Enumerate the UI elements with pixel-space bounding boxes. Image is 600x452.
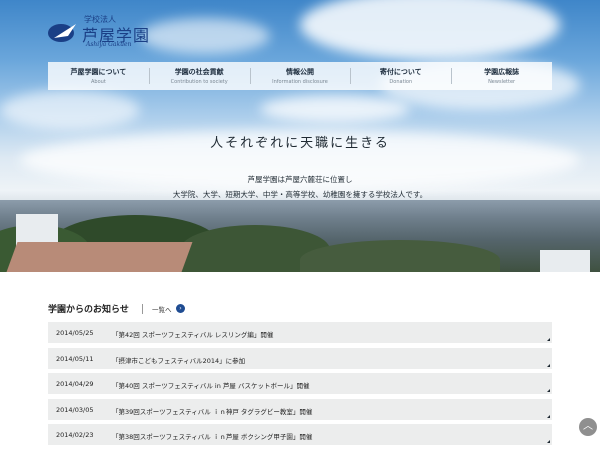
news-divider: [142, 304, 143, 314]
corner-arrow-icon: [547, 440, 550, 443]
news-link[interactable]: 「第39回スポーツフェスティバル ｉｎ神戸 タグラグビー教室」開催: [112, 406, 312, 416]
hero-tagline: 人それぞれに天職に生きる: [210, 136, 390, 151]
nav-item-label: 学園の社会貢献: [174, 68, 224, 76]
hero-description-line-2: 大学院、大学、短期大学、中学・高等学校、幼稚園を擁する学校法人です。: [172, 190, 428, 199]
corner-arrow-icon: [547, 363, 550, 367]
news-item[interactable]: 2014/05/11 「摂津市こどもフェスティバル2014」に参加: [48, 347, 552, 369]
news-list: 2014/05/25 「第42回 スポーツフェスティバル レスリング編」開催 2…: [48, 322, 552, 450]
news-date: 2014/03/05: [56, 405, 94, 414]
corner-arrow-icon: [547, 338, 550, 341]
nav-item-about[interactable]: 芦屋学園について About: [48, 62, 149, 90]
nav-item-sublabel: Contribution to society: [170, 79, 228, 85]
news-header: 学園からのお知らせ 一覧へ ›: [48, 302, 552, 318]
nav-item-sublabel: About: [91, 79, 106, 85]
news-date: 2014/02/23: [56, 431, 94, 439]
main-nav: 芦屋学園について About 学園の社会貢献 Contribution to s…: [48, 62, 552, 90]
logo-en-text: Ashiya Gakuen: [86, 41, 132, 48]
nav-item-label: 情報公開: [285, 68, 314, 76]
nav-item-label: 芦屋学園について: [70, 68, 127, 76]
nav-item-sublabel: Newsletter: [488, 79, 516, 85]
news-title: 学園からのお知らせ: [48, 305, 129, 315]
news-link[interactable]: 「第40回 スポーツフェスティバル in 芦屋 バスケットボール」開催: [112, 380, 309, 390]
nav-item-disclosure[interactable]: 情報公開 Information disclosure: [249, 62, 351, 90]
news-date: 2014/05/25: [56, 329, 94, 337]
news-link[interactable]: 「第38回スポーツフェスティバル ｉｎ芦屋 ボクシング甲子園」開催: [112, 431, 312, 441]
nav-item-donation[interactable]: 寄付について Donation: [350, 62, 451, 90]
logo[interactable]: 学校法人 芦屋学園 Ashiya Gakuen: [48, 14, 178, 48]
nav-item-label: 寄付について: [379, 68, 422, 76]
chevron-right-circle-icon[interactable]: ›: [176, 304, 185, 313]
logo-mark-icon: [48, 24, 76, 42]
news-item[interactable]: 2014/03/05 「第39回スポーツフェスティバル ｉｎ神戸 タグラグビー教…: [48, 398, 552, 420]
nav-item-sublabel: Information disclosure: [272, 79, 328, 85]
chevron-up-icon[interactable]: ︿: [579, 418, 597, 436]
news-date: 2014/05/11: [56, 354, 94, 363]
news-item[interactable]: 2014/05/25 「第42回 スポーツフェスティバル レスリング編」開催: [48, 322, 552, 343]
news-item[interactable]: 2014/02/23 「第38回スポーツフェスティバル ｉｎ芦屋 ボクシング甲子…: [48, 424, 552, 445]
nav-item-sublabel: Donation: [389, 79, 413, 85]
nav-item-contribution[interactable]: 学園の社会貢献 Contribution to society: [148, 62, 250, 90]
news-link[interactable]: 「摂津市こどもフェスティバル2014」に参加: [112, 355, 245, 365]
nav-item-label: 学園広報誌: [484, 68, 520, 76]
news-link[interactable]: 「第42回 スポーツフェスティバル レスリング編」開催: [112, 329, 273, 339]
news-item[interactable]: 2014/04/29 「第40回 スポーツフェスティバル in 芦屋 バスケット…: [48, 373, 552, 394]
corner-arrow-icon: [547, 414, 550, 418]
corner-arrow-icon: [547, 389, 550, 392]
nav-item-newsletter[interactable]: 学園広報誌 Newsletter: [451, 62, 552, 90]
news-more-link[interactable]: 一覧へ: [152, 304, 172, 314]
news-date: 2014/04/29: [56, 380, 94, 388]
hero-description-line-1: 芦屋学園は芦屋六麓荘に位置し: [247, 175, 353, 184]
